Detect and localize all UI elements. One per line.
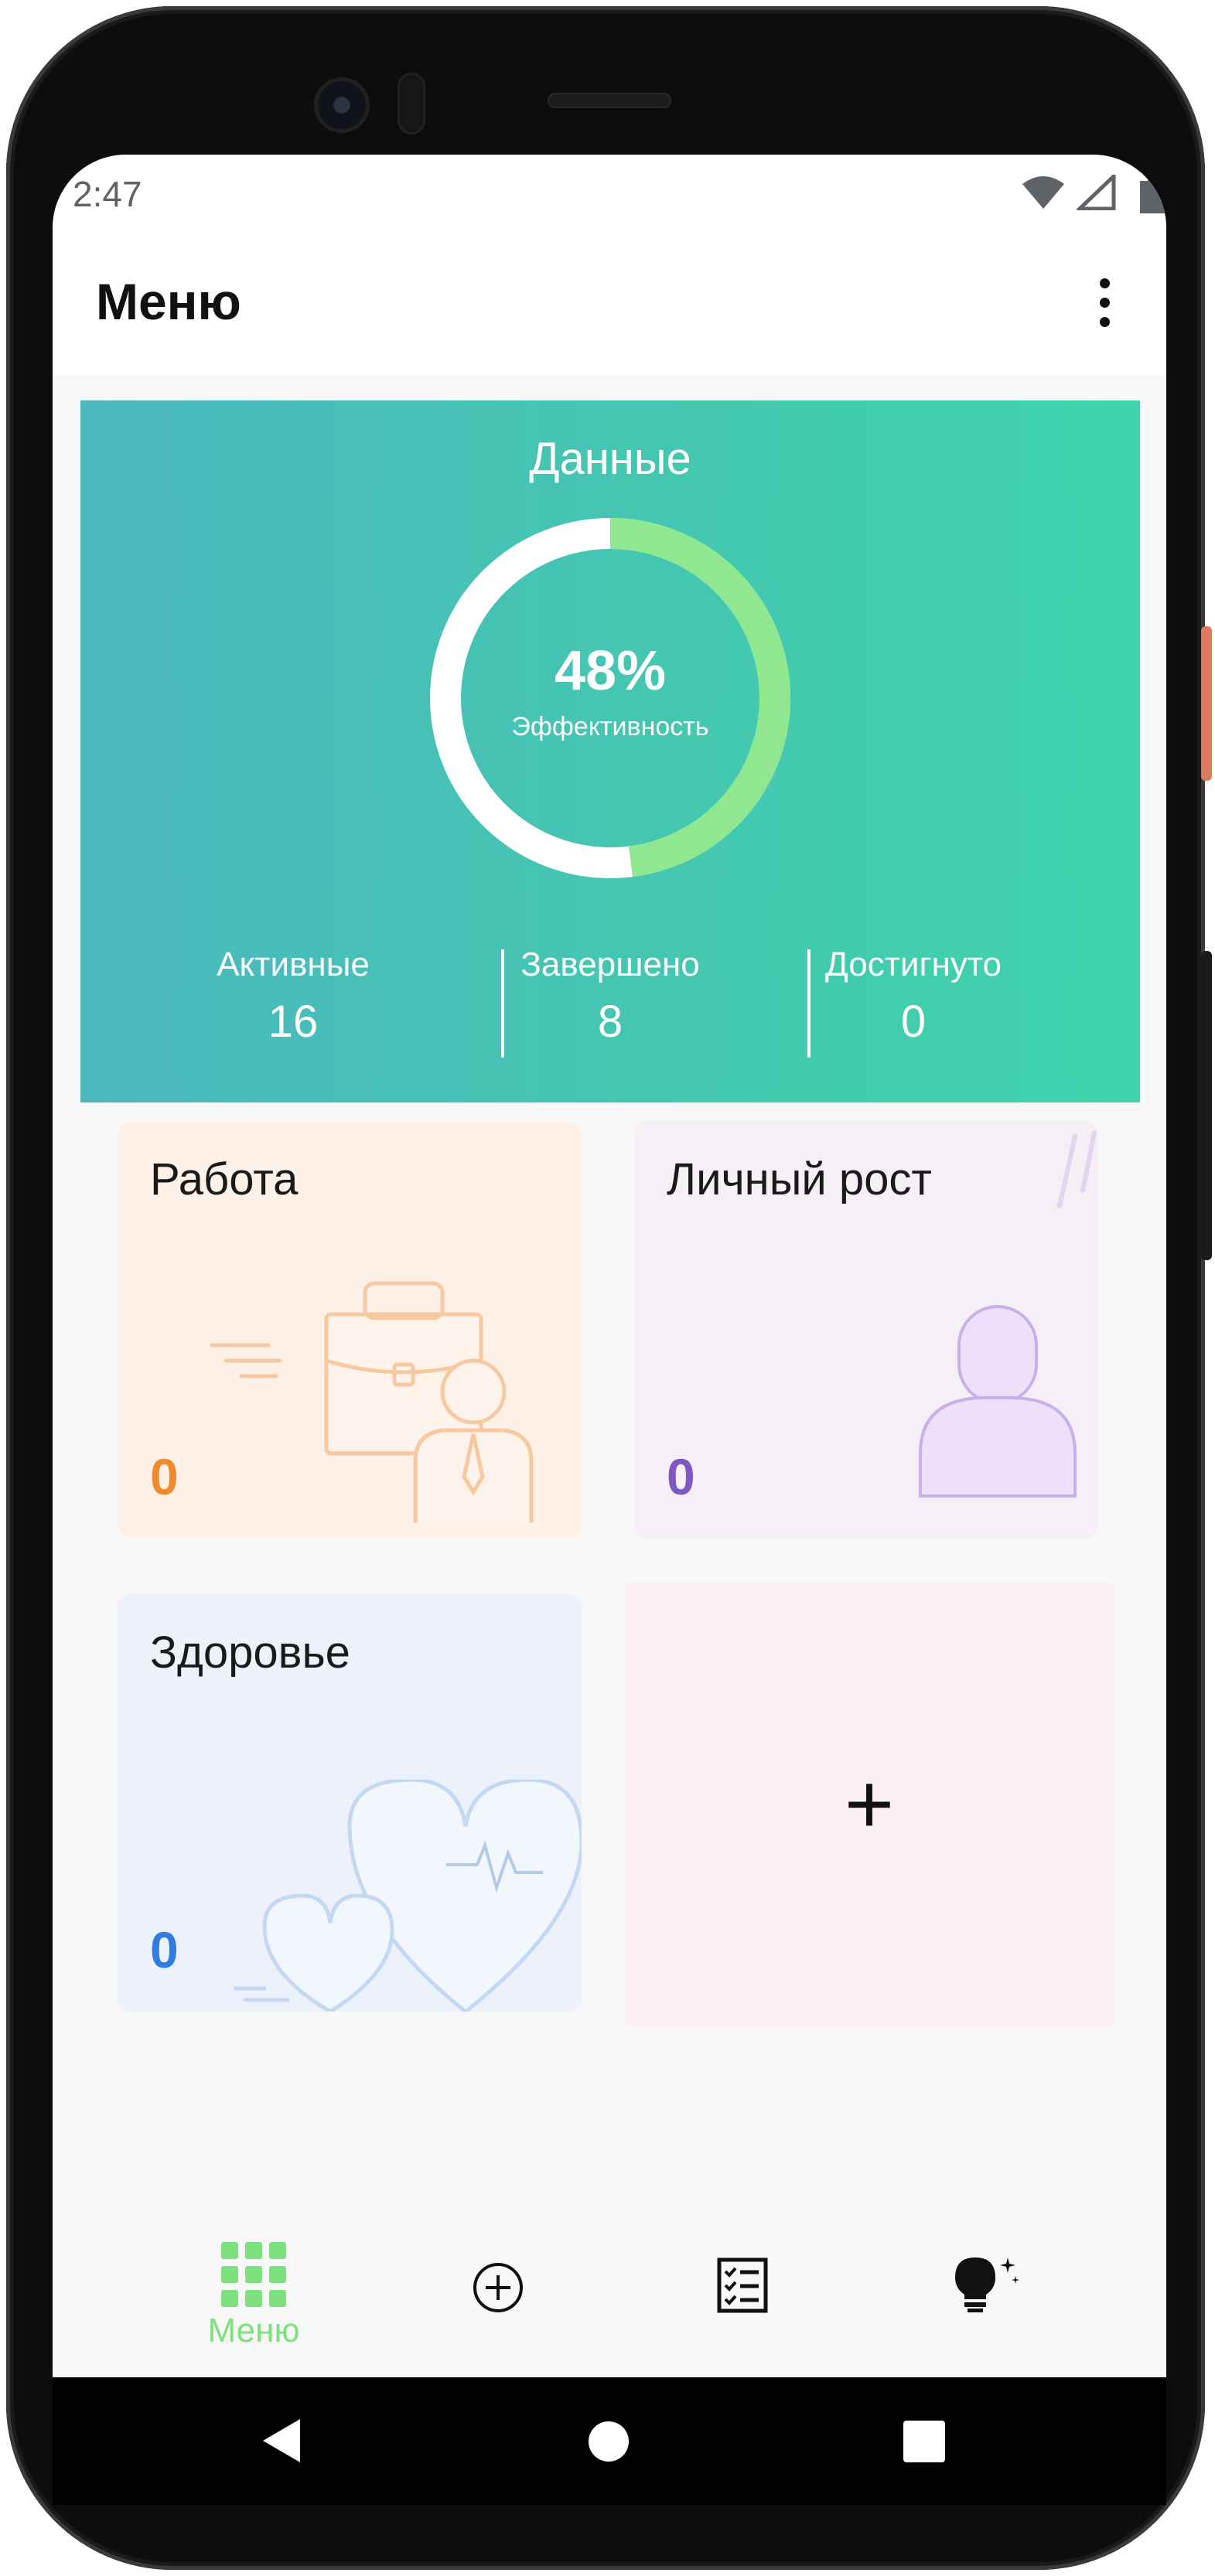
- phone-frame: 2:47 Меню Данные 48% Эффективность Актив…: [6, 6, 1205, 2570]
- stats-row: Активные 16 Завершено 8 Достигнуто 0: [80, 942, 1140, 1058]
- volume-button: [1201, 951, 1212, 1260]
- add-circle-icon: [473, 2263, 523, 2312]
- category-title: Здоровье: [150, 1627, 350, 1678]
- battery-icon: [1140, 176, 1166, 213]
- briefcase-businessman-icon: [210, 1281, 534, 1523]
- nav-ideas[interactable]: [902, 2242, 1072, 2358]
- stat-achieved: Достигнуто 0: [786, 942, 1041, 1053]
- proximity-sensor: [398, 73, 425, 135]
- category-title: Личный рост: [667, 1154, 932, 1205]
- grid-icon: [221, 2242, 286, 2307]
- home-icon[interactable]: [588, 2421, 630, 2462]
- efficiency-label: Эффективность: [511, 711, 709, 741]
- summary-title: Данные: [529, 434, 691, 484]
- stat-label: Достигнуто: [825, 946, 1002, 983]
- add-category-button[interactable]: +: [625, 1582, 1114, 2027]
- category-count: 0: [667, 1448, 695, 1505]
- page-title: Меню: [96, 273, 241, 330]
- category-card-personal-growth[interactable]: Личный рост 0: [634, 1121, 1098, 1538]
- plus-icon: +: [844, 1757, 895, 1852]
- stat-value: 16: [268, 997, 319, 1047]
- recents-icon[interactable]: [903, 2421, 945, 2462]
- more-options-button[interactable]: [1073, 267, 1135, 337]
- efficiency-donut: 48% Эффективность: [428, 516, 792, 880]
- wifi-icon: [1022, 176, 1064, 209]
- status-bar: 2:47: [53, 155, 1166, 232]
- hearts-pulse-icon: [234, 1780, 582, 2012]
- category-count: 0: [150, 1448, 179, 1505]
- stat-active: Активные 16: [166, 942, 421, 1053]
- nav-add[interactable]: [413, 2242, 583, 2358]
- nav-label: Меню: [207, 2312, 300, 2349]
- checklist-icon: [717, 2257, 768, 2313]
- more-vert-icon: [1099, 278, 1110, 288]
- app-bar: Меню: [53, 232, 1166, 375]
- person-icon: [919, 1130, 1097, 1498]
- status-time: 2:47: [73, 174, 142, 214]
- bottom-navigation: Меню: [53, 2227, 1166, 2377]
- nav-checklist[interactable]: [657, 2242, 828, 2358]
- back-icon[interactable]: [261, 2418, 302, 2464]
- app-screen: 2:47 Меню Данные 48% Эффективность Актив…: [53, 155, 1166, 2377]
- stat-label: Завершено: [520, 946, 700, 983]
- category-title: Работа: [150, 1154, 299, 1205]
- summary-banner: Данные 48% Эффективность Активные 16 Зав…: [80, 400, 1140, 1102]
- efficiency-percent: 48%: [554, 639, 667, 702]
- category-card-health[interactable]: Здоровье 0: [118, 1594, 582, 2012]
- power-button: [1201, 626, 1212, 781]
- stat-value: 8: [597, 997, 623, 1047]
- stat-label: Активные: [217, 946, 370, 983]
- system-navigation-bar: [53, 2377, 1166, 2505]
- stat-completed: Завершено 8: [483, 942, 738, 1053]
- earpiece-speaker: [548, 93, 671, 108]
- stat-value: 0: [900, 997, 927, 1047]
- category-card-work[interactable]: Работа 0: [118, 1121, 582, 1538]
- nav-menu[interactable]: Меню: [169, 2242, 339, 2358]
- category-count: 0: [150, 1921, 179, 1978]
- lightbulb-sparkle-icon: [955, 2257, 1019, 2312]
- front-camera: [314, 77, 370, 133]
- cell-signal-icon: [1077, 175, 1116, 210]
